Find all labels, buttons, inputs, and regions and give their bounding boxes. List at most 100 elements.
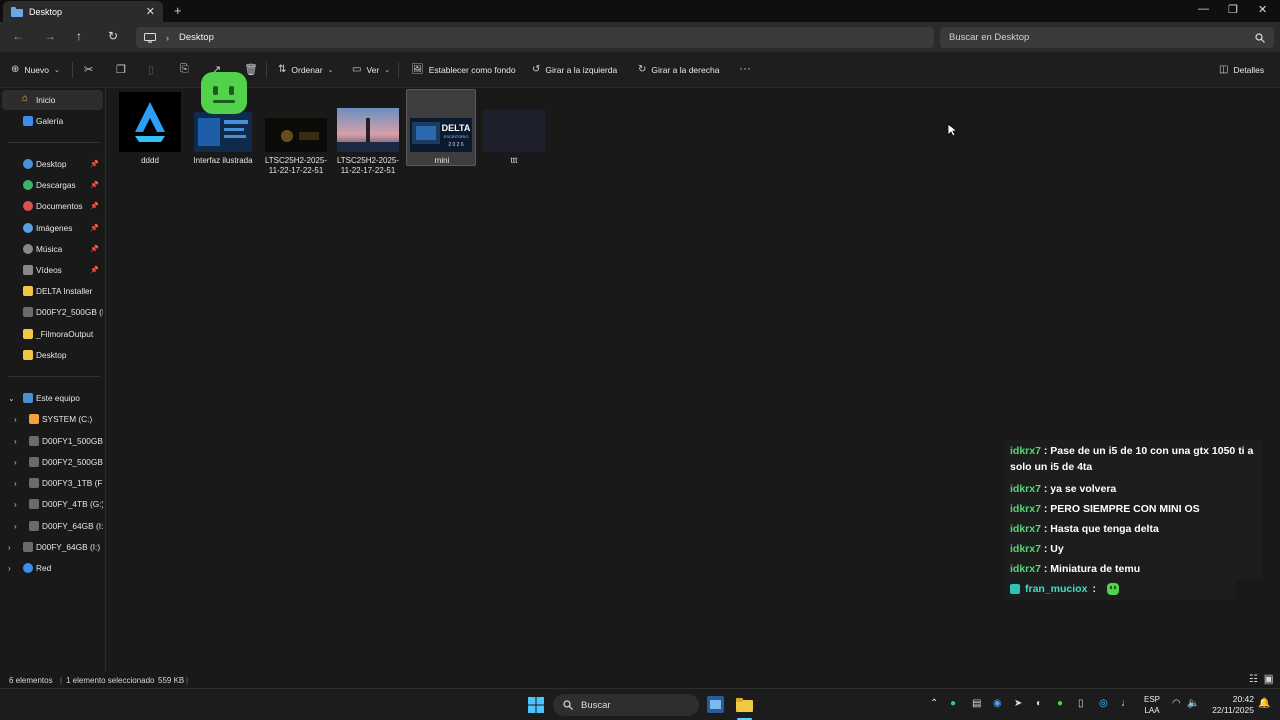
- file-item[interactable]: dddd: [115, 90, 185, 170]
- sidebar-item-drive-g[interactable]: › D00FY_4TB (G:): [2, 494, 103, 514]
- details-label: Detalles: [1233, 64, 1265, 75]
- sidebar-item-descargas[interactable]: Descargas 📌: [2, 175, 103, 195]
- details-view-icon[interactable]: ☷: [1249, 674, 1258, 685]
- volume-icon[interactable]: 🔈: [1187, 698, 1199, 709]
- computer-icon: [23, 393, 33, 403]
- minimize-icon[interactable]: —: [1198, 3, 1209, 15]
- sidebar-item-imagenes[interactable]: Imágenes 📌: [2, 218, 103, 238]
- sidebar-item-drive-e2[interactable]: › D00FY2_500GB (E:: [2, 452, 103, 472]
- address-bar[interactable]: › Desktop: [136, 27, 934, 48]
- wifi-icon[interactable]: ◠: [1172, 698, 1181, 709]
- tray-app-icon[interactable]: ●: [1057, 698, 1063, 709]
- sidebar-item-este-equipo[interactable]: ⌄ Este equipo: [2, 388, 103, 408]
- divider: [398, 62, 399, 78]
- cut-icon[interactable]: ✂: [84, 63, 93, 76]
- chevron-right-icon: ›: [166, 32, 169, 43]
- sidebar-item-inicio[interactable]: ⌂ Inicio: [2, 90, 103, 110]
- tiles-view-icon[interactable]: ▣: [1264, 674, 1274, 685]
- whatsapp-icon[interactable]: ●: [950, 698, 956, 709]
- copy-icon[interactable]: ❐: [116, 63, 126, 76]
- tray-app-icon[interactable]: ▤: [972, 698, 981, 709]
- chevron-down-icon: ⌄: [384, 66, 391, 74]
- file-item-selected[interactable]: DELTA ESCRITORIO 2 0 2 6 mini: [406, 89, 476, 166]
- rotate-left-button[interactable]: ↺ Girar a la izquierda: [532, 64, 617, 75]
- chevron-right-icon: ›: [8, 563, 11, 573]
- more-options-icon[interactable]: ···: [739, 61, 751, 75]
- sidebar-item-desktop[interactable]: Desktop 📌: [2, 154, 103, 174]
- usb-icon[interactable]: ▯: [1078, 698, 1084, 709]
- sidebar-item-drive-i-root[interactable]: › D00FY_64GB (I:): [2, 537, 103, 557]
- tray-app-icon[interactable]: ◉: [993, 698, 1002, 709]
- sidebar-item-galeria[interactable]: Galería: [2, 111, 103, 131]
- app-logo-thumbnail: [119, 92, 181, 152]
- sidebar-item-filmora-output[interactable]: _FilmoraOutput: [2, 324, 103, 344]
- folder-icon: [23, 286, 33, 296]
- details-button[interactable]: ◫ Detalles: [1219, 64, 1264, 75]
- sidebar-item-musica[interactable]: Música 📌: [2, 239, 103, 259]
- telegram-icon[interactable]: ➤: [1014, 698, 1022, 709]
- sidebar-item-desktop-folder[interactable]: Desktop: [2, 345, 103, 365]
- windows-start-icon[interactable]: [528, 697, 544, 713]
- tab-desktop[interactable]: Desktop ✕: [3, 1, 163, 22]
- sort-button[interactable]: ⇅ Ordenar ⌄: [278, 64, 333, 75]
- emote-face-icon: [201, 72, 247, 114]
- chat-message: idkrx7 : Pase de un i5 de 10 con una gtx…: [1004, 440, 1262, 478]
- image-thumbnail: [337, 108, 399, 152]
- new-tab-icon[interactable]: +: [174, 3, 182, 18]
- file-item[interactable]: LTSC25H2-2025-11-22-17-22-51: [261, 90, 331, 180]
- file-explorer-icon[interactable]: [736, 696, 753, 713]
- set-background-button[interactable]: 🖼 Establecer como fondo: [411, 64, 516, 75]
- search-input[interactable]: Buscar en Desktop: [940, 27, 1274, 48]
- microphone-icon[interactable]: ♩: [1121, 698, 1131, 709]
- sidebar-item-drive-f[interactable]: › D00FY3_1TB (F:): [2, 473, 103, 493]
- emote-face-icon: [1106, 583, 1119, 595]
- sidebar-item-drive-i[interactable]: › D00FY_64GB (I:): [2, 516, 103, 536]
- drive-icon: [29, 521, 39, 531]
- view-button[interactable]: ▭ Ver ⌄: [352, 64, 390, 75]
- view-icon: ▭: [352, 64, 362, 75]
- up-icon[interactable]: ↑: [76, 29, 82, 43]
- address-path: Desktop: [179, 32, 214, 43]
- clock[interactable]: 20:42 22/11/2025: [1204, 694, 1254, 716]
- sidebar-item-drive-c[interactable]: › SYSTEM (C:): [2, 409, 103, 429]
- forward-icon[interactable]: →: [44, 29, 56, 43]
- sidebar-item-drive-d[interactable]: › D00FY1_500GB (D:: [2, 431, 103, 451]
- new-label: Nuevo: [24, 64, 49, 75]
- sidebar-item-videos[interactable]: Vídeos 📌: [2, 260, 103, 280]
- selection-count: 1 elemento seleccionado: [66, 676, 155, 685]
- rotate-left-icon: ↺: [532, 64, 541, 75]
- set-background-label: Establecer como fondo: [428, 64, 516, 75]
- gallery-icon: [23, 116, 33, 126]
- restore-icon[interactable]: ❐: [1228, 3, 1238, 16]
- refresh-icon[interactable]: ↻: [108, 29, 118, 43]
- close-tab-icon[interactable]: ✕: [146, 5, 155, 18]
- chevron-right-icon: ›: [14, 521, 17, 531]
- new-button[interactable]: ⊕ Nuevo ⌄: [11, 64, 60, 75]
- file-name: mini: [434, 156, 450, 165]
- pin-icon: 📌: [90, 161, 99, 168]
- close-window-icon[interactable]: ✕: [1258, 3, 1267, 16]
- chat-message: idkrx7 : ya se volvera: [1004, 478, 1262, 500]
- tray-app-icon[interactable]: ◎: [1099, 698, 1108, 709]
- notification-icon[interactable]: 🔔: [1258, 698, 1270, 709]
- sidebar-item-red[interactable]: › Red: [2, 558, 103, 578]
- sidebar-item-documentos[interactable]: Documentos 📌: [2, 196, 103, 216]
- clock-date: 22/11/2025: [1212, 705, 1254, 715]
- taskbar-search[interactable]: Buscar: [553, 694, 699, 716]
- discord-icon[interactable]: ◐: [1036, 698, 1042, 709]
- chevron-down-icon: ⌄: [327, 66, 334, 74]
- app-thumbnail-icon[interactable]: [707, 696, 724, 713]
- sidebar-item-delta-installer[interactable]: DELTA Installer: [2, 281, 103, 301]
- show-hidden-icons-icon[interactable]: ⌃: [930, 698, 938, 709]
- file-item[interactable]: ttt: [479, 90, 549, 170]
- sidebar-item-drive-e[interactable]: D00FY2_500GB (E:): [2, 302, 103, 322]
- chat-message: idkrx7 : PERO SIEMPRE CON MINI OS: [1004, 498, 1262, 520]
- rename-icon[interactable]: ⎘: [180, 63, 189, 76]
- rotate-right-button[interactable]: ↻ Girar a la derecha: [638, 64, 719, 75]
- file-item[interactable]: LTSC25H2-2025-11-22-17-22-51: [333, 90, 403, 180]
- file-name: LTSC25H2-2025-11-22-17-22-51: [336, 156, 400, 175]
- paste-icon[interactable]: ▯: [148, 63, 154, 76]
- details-pane-icon: ◫: [1219, 64, 1229, 75]
- language-indicator[interactable]: ESP LAA: [1142, 694, 1162, 716]
- back-icon[interactable]: ←: [12, 29, 24, 43]
